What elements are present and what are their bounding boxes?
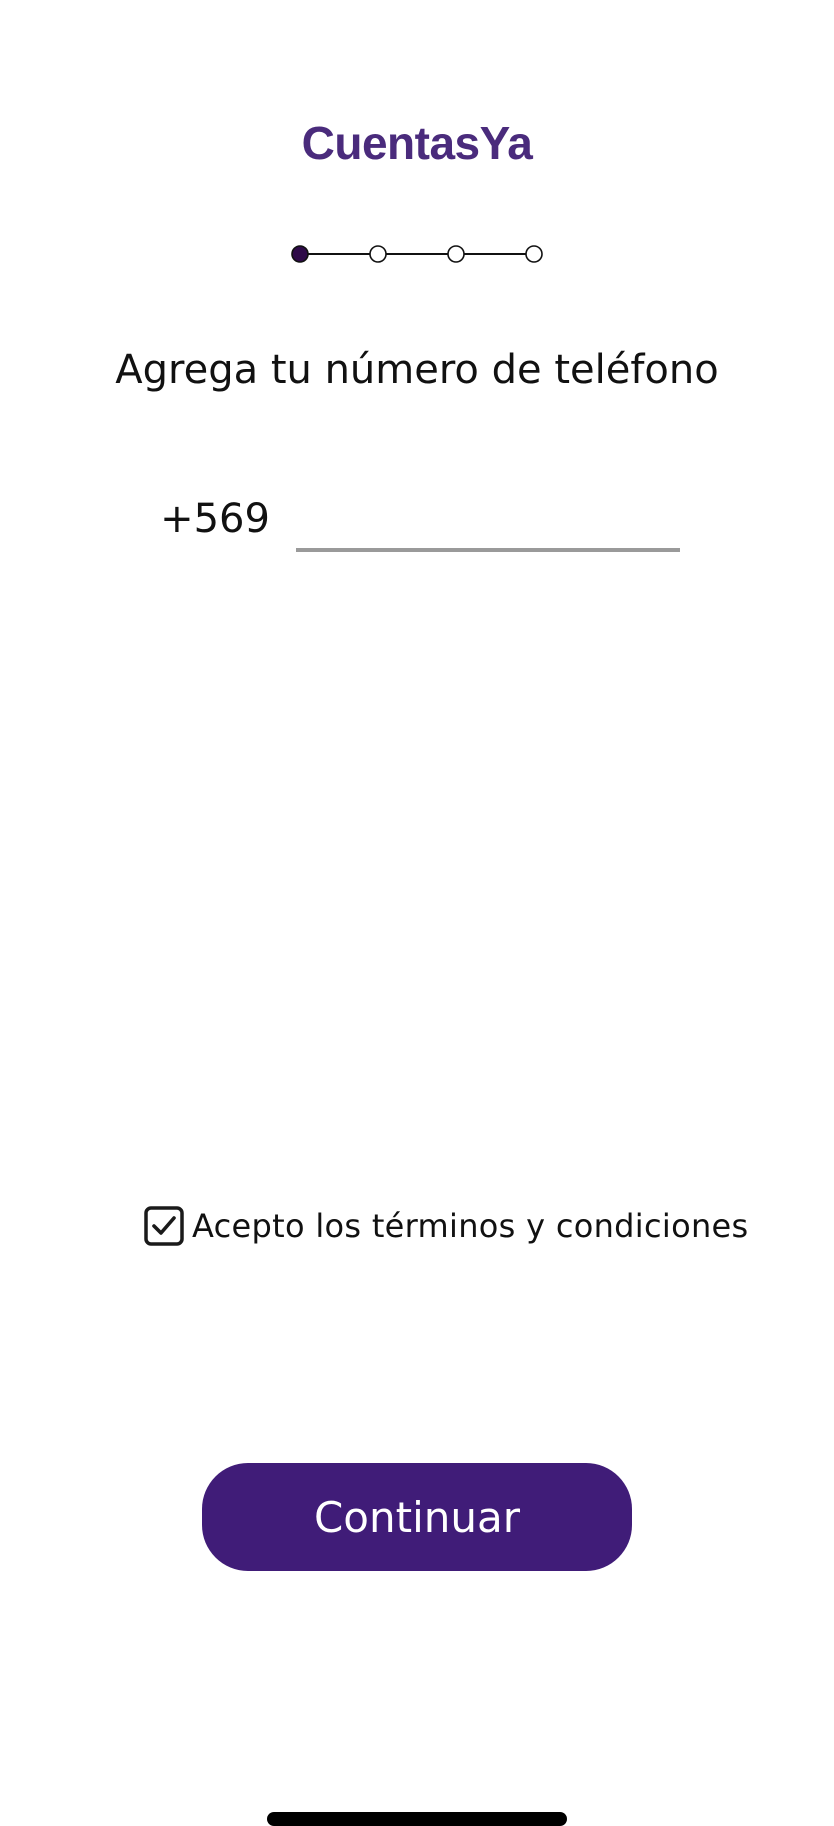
step-2-dot: [369, 245, 387, 263]
progress-stepper: [291, 241, 543, 267]
step-1-dot: [291, 245, 309, 263]
page-title: Agrega tu número de teléfono: [115, 347, 719, 393]
continue-button[interactable]: Continuar: [202, 1463, 632, 1571]
phone-number-input[interactable]: [296, 490, 680, 552]
app-logo: CuentasYa: [301, 117, 533, 169]
step-3-dot: [447, 245, 465, 263]
stepper-graphic: [291, 245, 543, 263]
terms-label: Acepto los términos y condiciones: [192, 1207, 749, 1245]
checkbox-checked-icon[interactable]: [144, 1206, 184, 1246]
home-indicator: [267, 1812, 567, 1826]
step-4-dot: [525, 245, 543, 263]
terms-checkbox-row[interactable]: Acepto los términos y condiciones: [144, 1204, 749, 1248]
phone-prefix: +569: [160, 496, 270, 542]
